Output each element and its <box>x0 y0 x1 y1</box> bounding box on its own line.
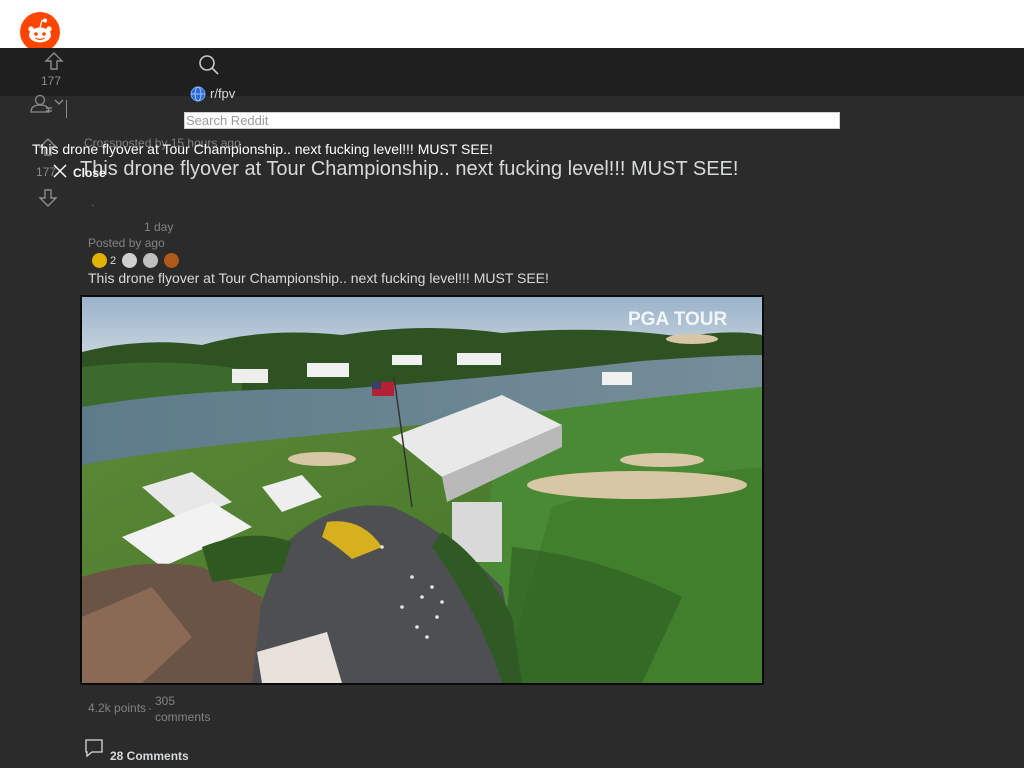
post-video[interactable]: PGA TOUR <box>80 295 764 685</box>
downvote-arrow-icon[interactable] <box>38 188 58 208</box>
comments-button-label: 28 Comments <box>110 749 189 763</box>
close-label: Close <box>73 166 106 180</box>
post-time: 1 day <box>144 220 174 234</box>
post-title[interactable]: This drone flyover at Tour Championship.… <box>80 158 738 181</box>
search-input[interactable] <box>184 112 840 129</box>
post-title-repeat: This drone flyover at Tour Championship.… <box>88 270 549 286</box>
gold-award-icon <box>92 253 107 268</box>
upvote-arrow-icon[interactable] <box>44 51 64 71</box>
poop-award-icon <box>164 253 180 268</box>
close-button[interactable]: Close <box>53 163 106 183</box>
user-dropdown-icon[interactable] <box>30 94 66 114</box>
posted-by-line: Posted by ago <box>88 236 165 250</box>
vote-count: 177 <box>41 74 62 88</box>
reddit-logo-icon[interactable] <box>20 12 60 52</box>
posted-by-label: Posted by <box>88 236 142 250</box>
search-icon[interactable] <box>198 54 220 76</box>
media-watermark: PGA TOUR <box>628 309 728 330</box>
coin-award-icon <box>143 253 159 268</box>
subreddit-link[interactable]: r/fpv <box>210 86 235 101</box>
comment-bubble-icon <box>84 738 104 763</box>
dot-separator: · <box>148 701 152 715</box>
awards-row[interactable]: 2 <box>92 253 180 268</box>
divider <box>66 100 67 118</box>
points-count: 4.2k points <box>88 701 147 715</box>
overlay-title: This drone flyover at Tour Championship.… <box>32 141 493 157</box>
comments-button[interactable]: 28 Comments <box>84 738 189 763</box>
comments-count: 305 comments <box>155 694 211 724</box>
header-dark-band <box>0 48 1024 96</box>
silver-award-icon <box>122 253 138 268</box>
top-bar <box>0 0 1024 48</box>
subreddit-globe-icon <box>190 86 206 102</box>
close-icon <box>53 163 67 183</box>
dot-separator: · <box>91 200 95 211</box>
award-count: 2 <box>110 254 117 267</box>
posted-ago[interactable]: ago <box>145 236 165 250</box>
